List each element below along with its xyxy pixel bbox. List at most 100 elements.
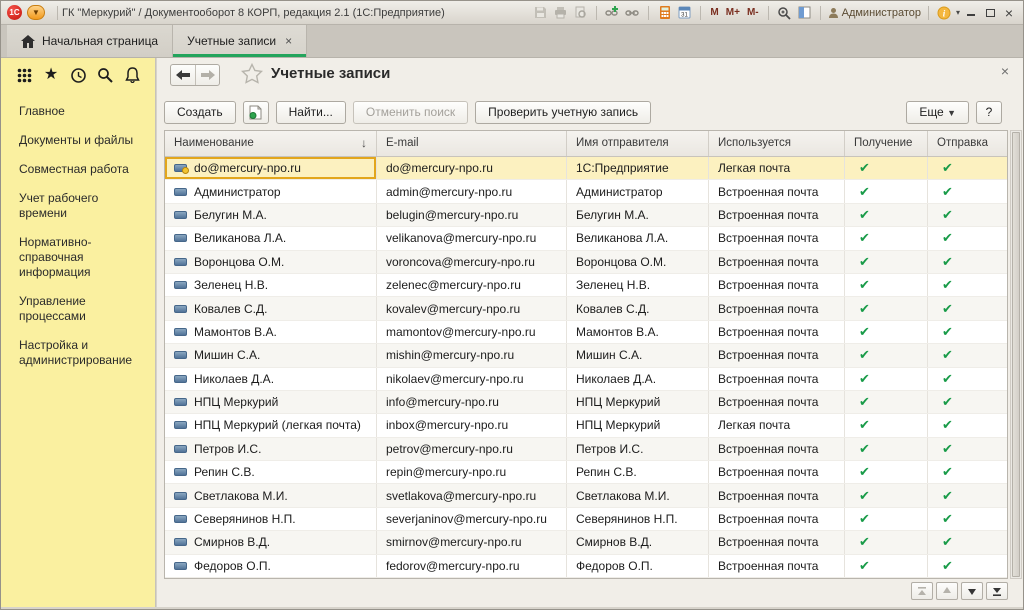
cell-used[interactable]: Легкая почта [709, 414, 845, 436]
column-header-sender[interactable]: Имя отправителя [567, 131, 709, 156]
table-row[interactable]: Северянинов Н.П.severjaninov@mercury-npo… [165, 508, 1007, 531]
cell-send-check-icon[interactable]: ✔ [928, 391, 1007, 413]
cell-sender[interactable]: Репин С.В. [567, 461, 709, 483]
sidebar-item-4[interactable]: Нормативно-справочная информация [19, 235, 145, 280]
cell-name[interactable]: do@mercury-npo.ru [165, 157, 377, 179]
cell-name[interactable]: Администратор [165, 180, 377, 202]
cell-used[interactable]: Легкая почта [709, 157, 845, 179]
sidebar-item-3[interactable]: Учет рабочего времени [19, 191, 145, 221]
table-row[interactable]: Белугин М.А.belugin@mercury-npo.ruБелуги… [165, 204, 1007, 227]
column-header-email[interactable]: E-mail [377, 131, 567, 156]
cell-sender[interactable]: Петров И.С. [567, 438, 709, 460]
cell-name[interactable]: Белугин М.А. [165, 204, 377, 226]
cell-sender[interactable]: Мамонтов В.А. [567, 321, 709, 343]
cell-used[interactable]: Встроенная почта [709, 391, 845, 413]
cell-name[interactable]: НПЦ Меркурий [165, 391, 377, 413]
cell-send-check-icon[interactable]: ✔ [928, 555, 1007, 577]
cell-sender[interactable]: Великанова Л.А. [567, 227, 709, 249]
cell-name[interactable]: Николаев Д.А. [165, 368, 377, 390]
check-account-button[interactable]: Проверить учетную запись [475, 101, 651, 124]
cell-receive-check-icon[interactable]: ✔ [845, 251, 928, 273]
calendar-icon[interactable]: 31 [676, 5, 693, 21]
cell-sender[interactable]: Зеленец Н.В. [567, 274, 709, 296]
tab-close-icon[interactable]: × [285, 34, 292, 48]
cell-name[interactable]: Северянинов Н.П. [165, 508, 377, 530]
tab-home[interactable]: Начальная страница [7, 25, 173, 57]
cell-sender[interactable]: НПЦ Меркурий [567, 391, 709, 413]
cell-sender[interactable]: Воронцова О.М. [567, 251, 709, 273]
cell-sender[interactable]: НПЦ Меркурий [567, 414, 709, 436]
scroll-down-button[interactable] [961, 582, 983, 600]
cell-receive-check-icon[interactable]: ✔ [845, 484, 928, 506]
cell-receive-check-icon[interactable]: ✔ [845, 555, 928, 577]
cell-sender[interactable]: Мишин С.А. [567, 344, 709, 366]
table-row[interactable]: Петров И.С.petrov@mercury-npo.ruПетров И… [165, 438, 1007, 461]
cell-sender[interactable]: Светлакова М.И. [567, 484, 709, 506]
print-icon[interactable] [552, 5, 569, 21]
cell-email[interactable]: svetlakova@mercury-npo.ru [377, 484, 567, 506]
cell-send-check-icon[interactable]: ✔ [928, 531, 1007, 553]
go-to-link-icon[interactable] [624, 5, 641, 21]
notifications-bell-icon[interactable] [123, 66, 141, 84]
cell-receive-check-icon[interactable]: ✔ [845, 344, 928, 366]
cell-name[interactable]: Ковалев С.Д. [165, 297, 377, 319]
cell-receive-check-icon[interactable]: ✔ [845, 508, 928, 530]
cell-send-check-icon[interactable]: ✔ [928, 204, 1007, 226]
cell-email[interactable]: nikolaev@mercury-npo.ru [377, 368, 567, 390]
close-form-icon[interactable]: × [1001, 63, 1009, 79]
cell-receive-check-icon[interactable]: ✔ [845, 368, 928, 390]
tab-accounts[interactable]: Учетные записи × [173, 25, 307, 57]
cell-send-check-icon[interactable]: ✔ [928, 297, 1007, 319]
cell-sender[interactable]: Северянинов Н.П. [567, 508, 709, 530]
cell-email[interactable]: info@mercury-npo.ru [377, 391, 567, 413]
maximize-button[interactable] [982, 5, 998, 21]
table-row[interactable]: НПЦ Меркурийinfo@mercury-npo.ruНПЦ Мерку… [165, 391, 1007, 414]
cell-send-check-icon[interactable]: ✔ [928, 274, 1007, 296]
cell-used[interactable]: Встроенная почта [709, 368, 845, 390]
cell-name[interactable]: Воронцова О.М. [165, 251, 377, 273]
add-link-icon[interactable] [604, 5, 621, 21]
cell-send-check-icon[interactable]: ✔ [928, 438, 1007, 460]
save-icon[interactable] [532, 5, 549, 21]
cell-email[interactable]: do@mercury-npo.ru [377, 157, 567, 179]
cell-receive-check-icon[interactable]: ✔ [845, 274, 928, 296]
cell-name[interactable]: Репин С.В. [165, 461, 377, 483]
column-header-send[interactable]: Отправка [928, 131, 1007, 156]
table-row[interactable]: НПЦ Меркурий (легкая почта)inbox@mercury… [165, 414, 1007, 437]
cell-email[interactable]: admin@mercury-npo.ru [377, 180, 567, 202]
table-row[interactable]: Николаев Д.А.nikolaev@mercury-npo.ruНико… [165, 368, 1007, 391]
cell-sender[interactable]: Ковалев С.Д. [567, 297, 709, 319]
info-icon[interactable]: i [936, 5, 953, 21]
cell-send-check-icon[interactable]: ✔ [928, 461, 1007, 483]
scroll-to-top-button[interactable] [911, 582, 933, 600]
memory-minus-button[interactable]: M- [745, 7, 761, 18]
table-row[interactable]: Ковалев С.Д.kovalev@mercury-npo.ruКовале… [165, 297, 1007, 320]
cell-email[interactable]: mishin@mercury-npo.ru [377, 344, 567, 366]
scrollbar-thumb[interactable] [1012, 132, 1020, 577]
sidebar-item-5[interactable]: Управление процессами [19, 294, 145, 324]
close-window-button[interactable]: × [1001, 5, 1017, 21]
add-to-favorites-star-icon[interactable] [241, 63, 263, 84]
cell-send-check-icon[interactable]: ✔ [928, 321, 1007, 343]
column-header-name[interactable]: Наименование ↓ [165, 131, 377, 156]
create-button[interactable]: Создать [164, 101, 236, 124]
table-row[interactable]: Великанова Л.А.velikanova@mercury-npo.ru… [165, 227, 1007, 250]
cell-receive-check-icon[interactable]: ✔ [845, 391, 928, 413]
table-row[interactable]: Воронцова О.М.voroncova@mercury-npo.ruВо… [165, 251, 1007, 274]
cell-email[interactable]: smirnov@mercury-npo.ru [377, 531, 567, 553]
zoom-icon[interactable] [776, 5, 793, 21]
sections-menu-icon[interactable] [15, 66, 33, 84]
find-button[interactable]: Найти... [276, 101, 346, 124]
cell-name[interactable]: Великанова Л.А. [165, 227, 377, 249]
cell-used[interactable]: Встроенная почта [709, 204, 845, 226]
search-icon[interactable] [96, 66, 114, 84]
cell-email[interactable]: repin@mercury-npo.ru [377, 461, 567, 483]
memory-plus-button[interactable]: M+ [724, 7, 742, 18]
cell-name[interactable]: Смирнов В.Д. [165, 531, 377, 553]
table-row[interactable]: do@mercury-npo.rudo@mercury-npo.ru1С:Пре… [165, 157, 1007, 180]
cell-used[interactable]: Встроенная почта [709, 484, 845, 506]
calculator-icon[interactable] [656, 5, 673, 21]
cell-email[interactable]: mamontov@mercury-npo.ru [377, 321, 567, 343]
cell-sender[interactable]: Белугин М.А. [567, 204, 709, 226]
cancel-search-button[interactable]: Отменить поиск [353, 101, 468, 124]
